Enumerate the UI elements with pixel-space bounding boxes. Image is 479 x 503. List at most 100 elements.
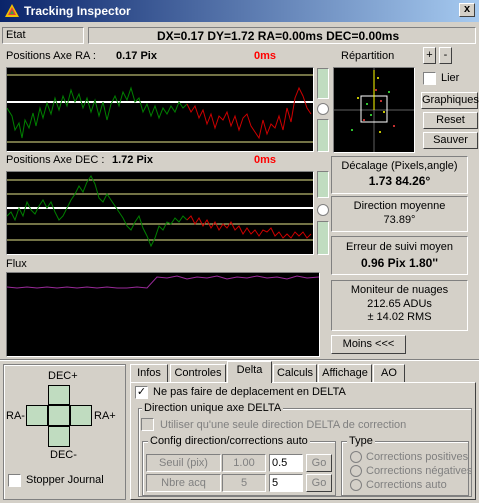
stopper-journal-label: Stopper Journal bbox=[26, 474, 104, 486]
app-icon bbox=[5, 4, 19, 17]
type-radio-negatives[interactable] bbox=[350, 465, 362, 477]
tab-ao-label: AO bbox=[381, 367, 397, 379]
ra-plus-label: RA+ bbox=[94, 410, 116, 422]
scatter-point bbox=[366, 103, 368, 105]
window-title: Tracking Inspector bbox=[24, 4, 131, 18]
stopper-journal-checkbox[interactable] bbox=[8, 474, 21, 487]
tab-ao[interactable]: AO bbox=[373, 364, 405, 382]
flux-series bbox=[6, 275, 320, 289]
reset-button[interactable]: Reset bbox=[423, 112, 478, 129]
ra-label: Positions Axe RA : bbox=[6, 50, 96, 62]
zoom-minus-button[interactable]: - bbox=[439, 47, 452, 64]
ra-plus-button[interactable] bbox=[70, 405, 92, 426]
ra-plot-svg bbox=[6, 74, 313, 143]
dec-plus-label: DEC+ bbox=[48, 370, 78, 382]
type-label-negatives: Corrections négatives bbox=[366, 465, 473, 477]
tab-infos-label: Infos bbox=[137, 367, 161, 379]
type-radio-auto[interactable] bbox=[350, 479, 362, 491]
direction-panel: Direction moyenne 73.89° bbox=[331, 196, 468, 232]
nbre-input[interactable]: 5 bbox=[269, 474, 303, 492]
seuil-label-field: Seuil (pix) bbox=[146, 454, 221, 472]
tab-affichage-label: Affichage bbox=[322, 367, 368, 379]
scatter-point bbox=[357, 97, 359, 99]
ra-radio[interactable] bbox=[317, 103, 329, 115]
nuages-adu: 212.65 ADUs bbox=[367, 298, 432, 310]
flux-plot-svg bbox=[6, 275, 320, 289]
tab-affichage[interactable]: Affichage bbox=[318, 364, 372, 382]
config-title: Config direction/corrections auto bbox=[148, 435, 310, 447]
lier-label: Lier bbox=[441, 72, 460, 84]
etat-field: Etat bbox=[2, 27, 84, 44]
tab-delta[interactable]: Delta bbox=[227, 361, 272, 383]
lier-checkbox[interactable] bbox=[423, 72, 436, 85]
flux-label: Flux bbox=[6, 258, 27, 270]
direction-title: Direction moyenne bbox=[353, 200, 446, 212]
scatter-point bbox=[377, 77, 379, 79]
use-single-direction-checkbox[interactable] bbox=[141, 418, 154, 431]
erreur-value: 0.96 Pix 1.80'' bbox=[360, 256, 439, 270]
close-icon: x bbox=[463, 3, 471, 15]
dec-plot-svg bbox=[6, 175, 313, 248]
dec-value: 1.72 Pix bbox=[112, 154, 153, 166]
repartition-plot bbox=[333, 67, 415, 153]
zoom-plus-button[interactable]: + bbox=[423, 47, 436, 64]
scatter-point bbox=[351, 129, 353, 131]
ra-minus-label: RA- bbox=[6, 410, 25, 422]
tab-controles[interactable]: Controles bbox=[170, 364, 226, 382]
sauver-button[interactable]: Sauver bbox=[423, 132, 478, 149]
scatter-point bbox=[370, 114, 372, 116]
nbre-value-field: 5 bbox=[222, 474, 266, 492]
ra-value: 0.17 Pix bbox=[116, 50, 157, 62]
ra-ms: 0ms bbox=[254, 50, 277, 62]
nbre-label-field: Nbre acq bbox=[146, 474, 221, 492]
repartition-label: Répartition bbox=[341, 50, 395, 62]
tab-delta-label: Delta bbox=[236, 364, 263, 376]
dec-minus-label: DEC- bbox=[50, 449, 77, 461]
dec-minus-button[interactable] bbox=[48, 426, 70, 447]
no-move-delta-checkbox[interactable]: ✓ bbox=[135, 386, 148, 399]
tab-calculs[interactable]: Calculs bbox=[273, 364, 317, 382]
type-radio-positives[interactable] bbox=[350, 451, 362, 463]
nuages-title: Moniteur de nuages bbox=[350, 284, 449, 296]
dec-plot bbox=[6, 171, 314, 255]
tab-calculs-label: Calculs bbox=[276, 367, 314, 379]
direction-value: 73.89° bbox=[383, 214, 416, 226]
erreur-title: Erreur de suivi moyen bbox=[346, 241, 453, 253]
erreur-panel: Erreur de suivi moyen 0.96 Pix 1.80'' bbox=[331, 236, 468, 275]
dec-series-green bbox=[6, 175, 188, 248]
tab-controles-label: Controles bbox=[174, 367, 222, 379]
dec-slider-top[interactable] bbox=[317, 171, 329, 198]
status-readout: DX=0.17 DY=1.72 RA=0.00ms DEC=0.00ms bbox=[157, 29, 400, 43]
seuil-go-button[interactable]: Go bbox=[306, 454, 332, 472]
check-icon: ✓ bbox=[136, 386, 147, 398]
graphiques-button[interactable]: Graphiques bbox=[421, 92, 479, 109]
repartition-svg bbox=[334, 68, 414, 152]
type-title: Type bbox=[347, 435, 375, 447]
nbre-go-button[interactable]: Go bbox=[306, 474, 332, 492]
scatter-point bbox=[383, 111, 385, 113]
nuages-panel: Moniteur de nuages 212.65 ADUs ± 14.02 R… bbox=[331, 280, 468, 331]
scatter-point bbox=[375, 89, 377, 91]
scatter-point bbox=[379, 131, 381, 133]
dec-plus-button[interactable] bbox=[48, 385, 70, 405]
status-readout-field: DX=0.17 DY=1.72 RA=0.00ms DEC=0.00ms bbox=[88, 27, 476, 44]
dec-ms: 0ms bbox=[254, 154, 277, 166]
seuil-input[interactable]: 0.5 bbox=[269, 454, 303, 472]
center-pad bbox=[48, 405, 70, 426]
scatter-point bbox=[393, 125, 395, 127]
ra-slider-top[interactable] bbox=[317, 68, 329, 99]
dec-radio[interactable] bbox=[317, 204, 329, 216]
moins-button[interactable]: Moins <<< bbox=[331, 335, 406, 354]
scatter-point bbox=[363, 119, 365, 121]
dec-slider-bottom[interactable] bbox=[317, 221, 329, 255]
decalage-value: 1.73 84.26° bbox=[368, 174, 431, 188]
no-move-delta-label: Ne pas faire de deplacement en DELTA bbox=[153, 386, 346, 398]
ra-slider-bottom[interactable] bbox=[317, 119, 329, 152]
type-label-positives: Corrections positives bbox=[366, 451, 469, 463]
ra-minus-button[interactable] bbox=[26, 405, 48, 426]
dec-label: Positions Axe DEC : bbox=[6, 154, 105, 166]
close-button[interactable]: x bbox=[459, 3, 475, 17]
ra-plot bbox=[6, 67, 314, 152]
tab-infos[interactable]: Infos bbox=[130, 364, 168, 382]
decalage-panel: Décalage (Pixels,angle) 1.73 84.26° bbox=[331, 156, 468, 194]
